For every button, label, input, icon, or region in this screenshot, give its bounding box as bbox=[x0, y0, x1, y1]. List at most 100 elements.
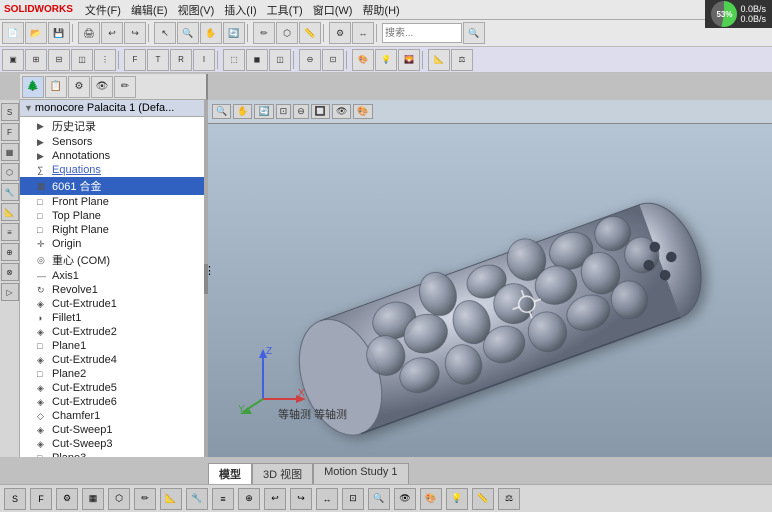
zoom-fit[interactable]: ⊡ bbox=[322, 49, 344, 71]
save-btn[interactable]: 💾 bbox=[48, 22, 70, 44]
undo-btn[interactable]: ↩ bbox=[101, 22, 123, 44]
appear-btn[interactable]: 🎨 bbox=[352, 49, 374, 71]
splitter-handle[interactable]: ⋮ bbox=[204, 100, 208, 457]
tb2-btn5[interactable]: ⋮ bbox=[94, 49, 116, 71]
ft-display-tab[interactable]: 👁 bbox=[91, 76, 113, 98]
left-btn-9[interactable]: ⊗ bbox=[1, 263, 19, 281]
tree-item-top-plane[interactable]: □ Top Plane bbox=[20, 209, 206, 223]
status-btn-6[interactable]: ✏ bbox=[134, 488, 156, 510]
left-btn-4[interactable]: ⬡ bbox=[1, 163, 19, 181]
tree-document-label[interactable]: monocore Palacita 1 (Defa... bbox=[35, 102, 174, 114]
scene-btn[interactable]: 🌄 bbox=[398, 49, 420, 71]
status-btn-11[interactable]: ↩ bbox=[264, 488, 286, 510]
mate-btn[interactable]: ⚙ bbox=[329, 22, 351, 44]
tree-item-equations[interactable]: ∑ Equations bbox=[20, 163, 206, 177]
left-btn-7[interactable]: ≡ bbox=[1, 223, 19, 241]
tb2-btn2[interactable]: ⊞ bbox=[25, 49, 47, 71]
menu-edit[interactable]: 编辑(E) bbox=[127, 2, 172, 18]
menu-window[interactable]: 窗口(W) bbox=[309, 2, 357, 18]
rotate-btn[interactable]: 🔄 bbox=[223, 22, 245, 44]
tree-item-cut-sweep3[interactable]: ◈ Cut-Sweep3 bbox=[20, 437, 206, 451]
status-btn-7[interactable]: 📐 bbox=[160, 488, 182, 510]
menu-file[interactable]: 文件(F) bbox=[81, 2, 125, 18]
ft-prop-tab[interactable]: 📋 bbox=[45, 76, 67, 98]
new-btn[interactable]: 📄 bbox=[2, 22, 24, 44]
status-btn-20[interactable]: ⚖ bbox=[498, 488, 520, 510]
vp-view-orient[interactable]: 🔲 bbox=[311, 104, 330, 119]
sketch-btn[interactable]: ✏ bbox=[253, 22, 275, 44]
tree-item-right-plane[interactable]: □ Right Plane bbox=[20, 223, 206, 237]
search-input[interactable] bbox=[382, 23, 462, 43]
status-btn-9[interactable]: ≡ bbox=[212, 488, 234, 510]
zoom-btn[interactable]: 🔍 bbox=[177, 22, 199, 44]
move-btn[interactable]: ↔ bbox=[352, 22, 374, 44]
search-btn[interactable]: 🔍 bbox=[463, 22, 485, 44]
tree-item-annotations[interactable]: ▶ Annotations bbox=[20, 149, 206, 163]
measure2[interactable]: 📐 bbox=[428, 49, 450, 71]
tab-3d[interactable]: 3D 视图 bbox=[252, 463, 313, 484]
tree-item-cut-extrude5[interactable]: ◈ Cut-Extrude5 bbox=[20, 381, 206, 395]
status-btn-8[interactable]: 🔧 bbox=[186, 488, 208, 510]
vp-zoom[interactable]: 🔍 bbox=[212, 104, 231, 119]
status-btn-3[interactable]: ⚙ bbox=[56, 488, 78, 510]
status-btn-1[interactable]: S bbox=[4, 488, 26, 510]
status-btn-10[interactable]: ⊕ bbox=[238, 488, 260, 510]
status-btn-19[interactable]: 📏 bbox=[472, 488, 494, 510]
left-btn-6[interactable]: 📐 bbox=[1, 203, 19, 221]
ft-markup-tab[interactable]: ✏ bbox=[114, 76, 136, 98]
vp-section[interactable]: ⊖ bbox=[293, 104, 309, 119]
tree-item-chamfer1[interactable]: ◇ Chamfer1 bbox=[20, 409, 206, 423]
view-right[interactable]: R bbox=[170, 49, 192, 71]
view-iso[interactable]: I bbox=[193, 49, 215, 71]
feature-btn[interactable]: ⬡ bbox=[276, 22, 298, 44]
status-btn-12[interactable]: ↪ bbox=[290, 488, 312, 510]
tb2-btn1[interactable]: ▣ bbox=[2, 49, 24, 71]
tree-item-axis1[interactable]: — Axis1 bbox=[20, 269, 206, 283]
status-btn-15[interactable]: 🔍 bbox=[368, 488, 390, 510]
menu-view[interactable]: 视图(V) bbox=[174, 2, 219, 18]
viewport[interactable]: 🔍 ✋ 🔄 ⊡ ⊖ 🔲 👁 🎨 bbox=[208, 100, 772, 457]
vp-hide-show[interactable]: 👁 bbox=[332, 104, 351, 119]
status-btn-16[interactable]: 👁 bbox=[394, 488, 416, 510]
view-top[interactable]: T bbox=[147, 49, 169, 71]
vp-fit[interactable]: ⊡ bbox=[276, 104, 292, 119]
ft-tree-tab[interactable]: 🌲 bbox=[22, 76, 44, 98]
status-btn-2[interactable]: F bbox=[30, 488, 52, 510]
tree-item-cut-sweep1[interactable]: ◈ Cut-Sweep1 bbox=[20, 423, 206, 437]
left-btn-1[interactable]: S bbox=[1, 103, 19, 121]
menu-tools[interactable]: 工具(T) bbox=[263, 2, 307, 18]
status-btn-5[interactable]: ⬡ bbox=[108, 488, 130, 510]
tab-motion[interactable]: Motion Study 1 bbox=[313, 463, 408, 484]
measure-btn[interactable]: 📏 bbox=[299, 22, 321, 44]
tree-item-com[interactable]: ◎ 重心 (COM) bbox=[20, 251, 206, 269]
tree-item-cut-extrude6[interactable]: ◈ Cut-Extrude6 bbox=[20, 395, 206, 409]
left-btn-3[interactable]: ▦ bbox=[1, 143, 19, 161]
open-btn[interactable]: 📂 bbox=[25, 22, 47, 44]
tree-item-revolve1[interactable]: ↻ Revolve1 bbox=[20, 283, 206, 297]
section-view[interactable]: ⊖ bbox=[299, 49, 321, 71]
vp-rotate[interactable]: 🔄 bbox=[254, 104, 273, 119]
left-btn-2[interactable]: F bbox=[1, 123, 19, 141]
light-btn[interactable]: 💡 bbox=[375, 49, 397, 71]
tree-item-plane2[interactable]: □ Plane2 bbox=[20, 367, 206, 381]
tree-item-front-plane[interactable]: □ Front Plane bbox=[20, 195, 206, 209]
vp-pan[interactable]: ✋ bbox=[233, 104, 252, 119]
tree-item-sensors[interactable]: ▶ Sensors bbox=[20, 135, 206, 149]
tree-item-plane1[interactable]: □ Plane1 bbox=[20, 339, 206, 353]
status-btn-17[interactable]: 🎨 bbox=[420, 488, 442, 510]
redo-btn[interactable]: ↪ bbox=[124, 22, 146, 44]
view-front[interactable]: F bbox=[124, 49, 146, 71]
tree-item-fillet1[interactable]: ◑ Fillet1 bbox=[20, 311, 206, 325]
print-btn[interactable]: 🖨 bbox=[78, 22, 100, 44]
display-edge[interactable]: ◫ bbox=[269, 49, 291, 71]
vp-appear[interactable]: 🎨 bbox=[353, 104, 372, 119]
status-btn-4[interactable]: ▦ bbox=[82, 488, 104, 510]
tree-item-material[interactable]: ▦ 6061 合金 bbox=[20, 177, 206, 195]
tree-item-cut-extrude2[interactable]: ◈ Cut-Extrude2 bbox=[20, 325, 206, 339]
tree-item-origin[interactable]: ✛ Origin bbox=[20, 237, 206, 251]
display-wire[interactable]: ⬚ bbox=[223, 49, 245, 71]
pan-btn[interactable]: ✋ bbox=[200, 22, 222, 44]
tree-item-plane3[interactable]: □ Plane3 bbox=[20, 451, 206, 457]
status-btn-13[interactable]: ↔ bbox=[316, 488, 338, 510]
left-btn-8[interactable]: ⊕ bbox=[1, 243, 19, 261]
